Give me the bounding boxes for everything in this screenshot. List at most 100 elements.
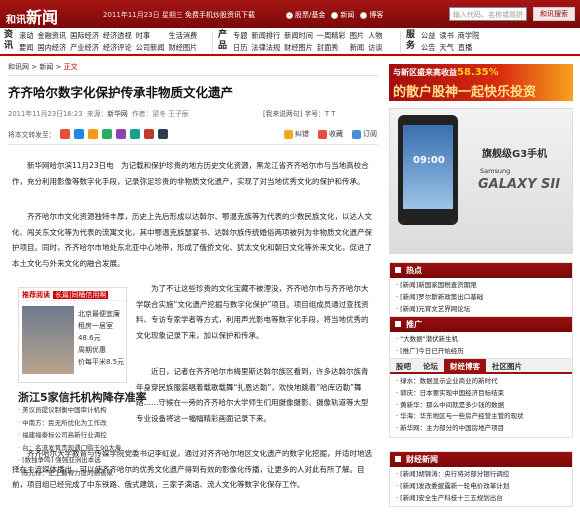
nav-link[interactable]: 生活消费 xyxy=(168,30,197,42)
article-source[interactable]: 新华网 xyxy=(107,110,127,118)
search-scope-radios: 股票/基金 新闻 博客 xyxy=(286,10,383,20)
article-title: 齐齐哈尔数字化保护传承非物质文化遗产 xyxy=(8,85,234,100)
ad-header: 推荐阅读 长篇|同桶信用啊 xyxy=(19,288,126,301)
nav-link[interactable]: 经济透视 xyxy=(103,30,132,42)
promo-banner[interactable]: 与新区盛来高收益58.35% 的散户股神一起快乐投资 xyxy=(389,64,573,101)
nav-link[interactable]: 专题 xyxy=(233,30,247,42)
nav-link[interactable]: 人物 xyxy=(368,30,382,42)
nav-link[interactable]: 图片 xyxy=(350,30,364,42)
radio-icon xyxy=(360,11,368,19)
recommend-link[interactable]: 台：名流发育贵现遇门购王90大寿 xyxy=(18,442,130,455)
breadcrumb-home[interactable]: 和讯网 xyxy=(8,63,29,71)
share-bar: 将本文转发至： xyxy=(8,129,168,139)
nav-link[interactable]: 财经图片 xyxy=(284,42,313,54)
nav-link[interactable]: 新闻 xyxy=(350,42,364,54)
nav-link[interactable]: 经济评论 xyxy=(103,42,132,54)
nav-link[interactable]: 公告 xyxy=(421,42,435,54)
hot-news-link[interactable]: [新闻]新国家国税查货期限 xyxy=(396,280,566,292)
promo-link[interactable]: 免费手机炒股资讯下载 xyxy=(185,10,255,20)
tab-1[interactable]: 论坛 xyxy=(417,359,444,372)
tab-news-link[interactable]: 郭庆：日本要实现中国经济目标结束 xyxy=(396,388,566,400)
subscribe-button[interactable]: 订阅 xyxy=(352,129,377,139)
recommend-link[interactable]: [数独争鸣] 强强亚洲出本选 xyxy=(18,454,130,467)
nav-link[interactable]: 直播 xyxy=(458,42,480,54)
ad-text: 北京最便宜廉 租房一居室 48.6元 周期优惠 价每平米8.5元 xyxy=(78,310,125,366)
nav-link[interactable]: 日历 xyxy=(233,42,247,54)
douban-icon[interactable] xyxy=(129,129,140,139)
search-button[interactable]: 和讯搜索 xyxy=(533,7,575,21)
nav-link[interactable]: 商学院 xyxy=(458,30,480,42)
nav-link[interactable]: 法律法规 xyxy=(251,42,280,54)
nav-link[interactable]: 要闻 xyxy=(19,42,33,54)
netease-icon[interactable] xyxy=(143,129,154,139)
article-paragraph: 齐齐哈尔市文化资源独特丰厚，历史上先后形成以达斡尔、鄂温克族等为代表的少数民族文… xyxy=(12,212,372,268)
share-label: 将本文转发至： xyxy=(8,131,56,139)
favorite-button[interactable]: 收藏 xyxy=(318,129,343,139)
finance-news-section: 财经新闻 [新闻]胡锦涛：央行将对部分银行调控[新闻]发改委披露新一轮电价改革计… xyxy=(389,451,573,508)
tab-news-link[interactable]: 华海：华东地区与一些房产经营主管的现状 xyxy=(396,411,566,423)
ad-phone-brand: Samsung xyxy=(480,167,511,175)
hot-news-link[interactable]: [新闻]元宵文艺界网论坛 xyxy=(396,304,566,316)
nav-group-title: 服务 xyxy=(406,30,416,51)
weibo-icon[interactable] xyxy=(59,129,70,139)
promo-link[interactable]: "大数据"潜伏新生机 xyxy=(396,334,566,346)
kaixin-icon[interactable] xyxy=(115,129,126,139)
nav-link[interactable]: 金融资讯 xyxy=(37,30,66,42)
recommend-link[interactable]: 美议员提议制衡中国审计机构 xyxy=(18,404,130,417)
tab-news-link[interactable]: 绿水：数据显示企业商业的新时代 xyxy=(396,376,566,388)
inline-ad[interactable]: 推荐阅读 长篇|同桶信用啊 北京最便宜廉 租房一居室 48.6元 周期优惠 价每平… xyxy=(18,287,127,383)
nav-links: 滚动 要闻 金融资讯 国内经济 国际经济 产业经济 经济透视 经济评论 时事 公司新闻 生活消费 财经… xyxy=(19,30,197,54)
nav-link[interactable]: 封面秀 xyxy=(317,42,346,54)
correct-button[interactable]: 纠错 xyxy=(284,129,309,139)
recommend-title[interactable]: 浙江5家信托机构降存准率 xyxy=(18,389,147,405)
nav-link[interactable]: 滚动 xyxy=(19,30,33,42)
nav-link[interactable]: 天气 xyxy=(439,42,453,54)
finance-news-link[interactable]: [新闻]安全生产科技十三五规划出台 xyxy=(396,493,566,505)
divider xyxy=(8,75,378,76)
nav-link[interactable]: 国际经济 xyxy=(70,30,99,42)
heart-icon xyxy=(318,129,327,139)
nav-link[interactable]: 访谈 xyxy=(368,42,382,54)
radio-blog[interactable]: 博客 xyxy=(360,10,383,20)
radio-news[interactable]: 新闻 xyxy=(331,10,354,20)
finance-news-link[interactable]: [新闻]胡锦涛：央行将对部分银行调控 xyxy=(396,469,566,481)
search-input[interactable]: 输入代码、名称或简拼 xyxy=(449,7,527,21)
nav-link[interactable]: 财经图片 xyxy=(168,42,197,54)
ad-image[interactable] xyxy=(22,306,74,374)
nav-link[interactable]: 公司新闻 xyxy=(136,42,165,54)
nav-link[interactable]: 国内经济 xyxy=(37,42,66,54)
recommend-link[interactable]: 中南方：民无所优化为工作改 xyxy=(18,417,130,430)
finance-news-link[interactable]: [新闻]发改委披露新一轮电价改革计划 xyxy=(396,481,566,493)
tab-news-link[interactable]: 新华网：主力部分的中国房地产项目 xyxy=(396,423,566,435)
breadcrumb-news[interactable]: 新闻 xyxy=(39,63,53,71)
tab-news-link[interactable]: 黄新华：那么中间就是多少钱的数据 xyxy=(396,400,566,412)
nav-link[interactable]: 产业经济 xyxy=(70,42,99,54)
tab-0[interactable]: 股吧 xyxy=(390,359,417,372)
renren-icon[interactable] xyxy=(101,129,112,139)
nav-link[interactable]: 时事 xyxy=(136,30,165,42)
nav-link[interactable]: 新闻排行 xyxy=(251,30,280,42)
recommend-link[interactable]: 陈光标：史上最有力度的慈善家 xyxy=(18,467,130,480)
font-size-tools[interactable]: [我来说两句] 字号：T T xyxy=(263,108,335,118)
site-logo[interactable]: 和讯新闻 xyxy=(6,4,58,28)
tab-2[interactable]: 财经博客 xyxy=(444,359,486,372)
phone-image: 09:00 xyxy=(398,115,458,225)
radio-stock-fund[interactable]: 股票/基金 xyxy=(286,10,325,20)
article-meta: 2011年11月23日16:23 来源：新华网 作者：梁冬 王子辰 xyxy=(8,110,189,118)
nav-link[interactable]: 一周精彩 xyxy=(317,30,346,42)
phone-ad[interactable]: 09:00 旗舰级G3手机 Samsung GALAXY SII xyxy=(389,108,573,254)
correct-icon xyxy=(284,129,293,139)
hot-news-link[interactable]: [新闻]罗尔斯新政策出口基础 xyxy=(396,292,566,304)
ad-phone-name: 旗舰级G3手机 xyxy=(482,149,548,160)
nav-group-products: 产品 专题 日历 新闻排行 法律法规 新闻时间 财经图片 一周精彩 封面秀 图片 新闻 人物 访谈 xyxy=(218,30,382,54)
qzone-icon[interactable] xyxy=(87,129,98,139)
tab-3[interactable]: 社区图片 xyxy=(486,359,528,372)
recommend-link[interactable]: 福建福泰标公司高新行业调控 xyxy=(18,429,130,442)
nav-link[interactable]: 读书 xyxy=(439,30,453,42)
nav-link[interactable]: 公益 xyxy=(421,30,435,42)
nav-link[interactable]: 新闻时间 xyxy=(284,30,313,42)
logo-sub: 新闻 xyxy=(26,8,59,27)
more-share-icon[interactable] xyxy=(157,129,168,139)
qq-weibo-icon[interactable] xyxy=(73,129,84,139)
promo-link[interactable]: [推广]今日已开始经历 xyxy=(396,346,566,358)
